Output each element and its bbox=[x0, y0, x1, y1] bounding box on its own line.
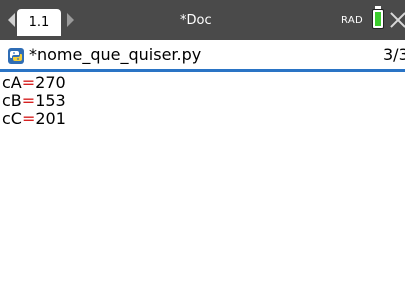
battery-level bbox=[375, 12, 381, 26]
top-bar: 1.1 *Doc RAD bbox=[0, 0, 405, 40]
variable-value: 201 bbox=[35, 109, 66, 128]
tab-1-1[interactable]: 1.1 bbox=[17, 9, 61, 36]
equals-sign: = bbox=[21, 73, 36, 92]
output-line: cA=270 bbox=[2, 74, 402, 92]
file-header: *nome_que_quiser.py 3/3 bbox=[0, 40, 405, 72]
close-icon[interactable] bbox=[390, 10, 405, 28]
shell-output: cA=270 cB=153 cC=201 bbox=[2, 74, 402, 128]
variable-name: cC bbox=[2, 109, 22, 128]
python-icon bbox=[8, 48, 24, 64]
document-title: *Doc bbox=[180, 13, 212, 28]
tab-right-arrow-icon[interactable] bbox=[67, 13, 74, 27]
file-name: *nome_que_quiser.py bbox=[29, 45, 202, 64]
output-line: cC=201 bbox=[2, 110, 402, 128]
output-line: cB=153 bbox=[2, 92, 402, 110]
equals-sign: = bbox=[21, 109, 36, 128]
tab-left-arrow-icon[interactable] bbox=[8, 13, 15, 27]
page-count: 3/3 bbox=[383, 45, 405, 64]
angle-mode-label: RAD bbox=[341, 15, 363, 26]
variable-value: 270 bbox=[35, 73, 66, 92]
equals-sign: = bbox=[21, 91, 36, 110]
variable-name: cB bbox=[2, 91, 22, 110]
variable-name: cA bbox=[2, 73, 22, 92]
battery-icon bbox=[372, 9, 384, 29]
variable-value: 153 bbox=[35, 91, 66, 110]
